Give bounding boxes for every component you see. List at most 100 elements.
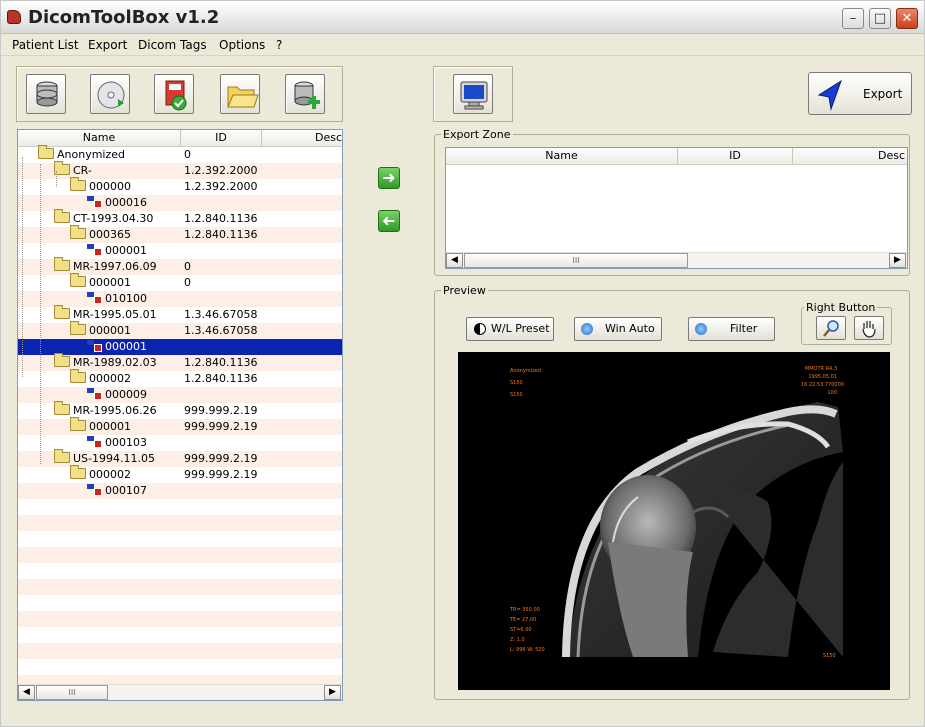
cd-icon (97, 81, 125, 109)
dicom-file-icon (86, 291, 102, 304)
export-column-name[interactable]: Name (446, 148, 678, 165)
main-window: DicomToolBox v1.2 – □ ✕ Patient List Exp… (0, 0, 925, 727)
export-column-desc[interactable]: Desc (793, 148, 907, 165)
tree-row-label: CR- (73, 164, 92, 177)
database-button[interactable] (26, 74, 66, 114)
tree-row-label: 000365 (89, 228, 131, 241)
export-scroll-right-button[interactable]: ▶ (889, 253, 906, 268)
dicom-file-icon (86, 339, 102, 352)
folder-icon (54, 209, 70, 223)
tree-empty-row (18, 579, 342, 595)
display-button[interactable] (453, 74, 493, 114)
tree-row-label: 000009 (105, 388, 147, 401)
close-button[interactable]: ✕ (896, 8, 918, 29)
maximize-button[interactable]: □ (869, 8, 891, 29)
dicom-preview-image[interactable]: Anonymized S150 S150 MMOTR R4.3 1995.05.01 1… (458, 352, 890, 690)
tree-row-id: 1.3.46.67058... (184, 324, 258, 337)
open-folder-button[interactable] (220, 74, 260, 114)
overlay-text-line: Anonymized (510, 368, 541, 374)
export-button[interactable]: Export (808, 72, 912, 115)
column-id[interactable]: ID (181, 130, 262, 147)
menu-options[interactable]: Options (219, 38, 265, 52)
tree-row[interactable]: 000001 999.999.2.19... (18, 417, 342, 435)
zoom-tool-button[interactable] (816, 316, 846, 340)
cd-button[interactable] (90, 74, 130, 114)
tree-row-id: 1.2.392.2000... (184, 180, 258, 193)
tree-row[interactable]: MR-1995.05.01 1.3.46.67058... (18, 305, 342, 323)
tree-row[interactable]: 000001 1.3.46.67058... (18, 321, 342, 339)
tree-row[interactable]: 000001 (18, 339, 342, 355)
tree-row-name: 010100 (86, 291, 147, 307)
export-list[interactable]: Name ID Desc ◀ III ▶ (445, 147, 908, 269)
add-to-export-button[interactable]: ➜ (378, 167, 400, 189)
tree-row-name: 000000 (70, 177, 131, 195)
menu-patient-list[interactable]: Patient List (12, 38, 79, 52)
tree-row[interactable]: Anonymized 0 (18, 145, 342, 163)
pan-tool-button[interactable] (854, 316, 884, 340)
tree-row-label: 000000 (89, 180, 131, 193)
tree-row[interactable]: MR-1989.02.03 1.2.840.1136... (18, 353, 342, 371)
add-database-icon (294, 81, 320, 109)
patient-tree[interactable]: Name ID Desc Anonymized 0 CR- 1.2.392.2000.… (17, 129, 343, 701)
tree-row[interactable]: US-1994.11.05 999.999.2.19... (18, 449, 342, 467)
menu-help[interactable]: ? (276, 38, 282, 52)
tree-row-label: MR-1995.05.01 (73, 308, 157, 321)
tree-horizontal-scrollbar[interactable]: ◀ III ▶ (18, 684, 342, 700)
export-column-id[interactable]: ID (678, 148, 793, 165)
tree-row-label: 000001 (89, 420, 131, 433)
tree-row[interactable]: 000009 (18, 387, 342, 403)
add-database-button[interactable] (285, 74, 325, 114)
wl-preset-button[interactable]: W/L Preset (466, 317, 554, 341)
filter-label: Filter (730, 322, 758, 335)
export-button-label: Export (863, 87, 903, 101)
tree-empty-row (18, 563, 342, 579)
tree-row[interactable]: 000001 (18, 243, 342, 259)
title-bar[interactable]: DicomToolBox v1.2 – □ ✕ (1, 1, 924, 34)
tree-empty-row (18, 659, 342, 675)
menu-export[interactable]: Export (88, 38, 127, 52)
folder-icon (70, 369, 86, 383)
filter-button[interactable]: Filter (688, 317, 775, 341)
win-auto-button[interactable]: Win Auto (574, 317, 662, 341)
minimize-button[interactable]: – (842, 8, 864, 29)
tree-row[interactable]: 000107 (18, 483, 342, 499)
folder-icon (54, 449, 70, 463)
preview-label: Preview (441, 284, 488, 297)
app-icon (7, 10, 21, 24)
tree-row-label: US-1994.11.05 (73, 452, 155, 465)
tree-row[interactable]: 000002 1.2.840.1136... (18, 369, 342, 387)
tree-row[interactable]: MR-1997.06.09 0 (18, 257, 342, 275)
tree-empty-row (18, 531, 342, 547)
menu-dicom-tags[interactable]: Dicom Tags (138, 38, 207, 52)
column-desc[interactable]: Desc (262, 130, 342, 147)
tree-row[interactable]: 000103 (18, 435, 342, 451)
tree-row[interactable]: 000016 (18, 195, 342, 211)
tree-row-label: 000016 (105, 196, 147, 209)
tree-row[interactable]: MR-1995.06.26 999.999.2.19... (18, 401, 342, 419)
tree-row-id: 999.999.2.19... (184, 468, 258, 481)
tree-row-name: 000001 (70, 417, 131, 435)
scroll-thumb[interactable]: III (36, 685, 108, 700)
tree-row[interactable]: 010100 (18, 291, 342, 307)
export-scroll-left-button[interactable]: ◀ (446, 253, 463, 268)
tree-row[interactable]: 000002 999.999.2.19... (18, 465, 342, 483)
tree-row[interactable]: CT-1993.04.30 1.2.840.1136... (18, 209, 342, 227)
tree-row-label: MR-1997.06.09 (73, 260, 157, 273)
tree-row[interactable]: CR- 1.2.392.2000... (18, 161, 342, 179)
tree-row[interactable]: 000001 0 (18, 273, 342, 291)
folder-icon (70, 321, 86, 335)
dicom-file-icon (86, 387, 102, 400)
tree-row[interactable]: 000000 1.2.392.2000... (18, 177, 342, 195)
export-scroll-thumb[interactable]: III (464, 253, 688, 268)
dicom-file-icon (86, 483, 102, 496)
import-button[interactable] (154, 74, 194, 114)
overlay-text-line: S150 (510, 380, 523, 386)
export-horizontal-scrollbar[interactable]: ◀ III ▶ (446, 252, 907, 268)
remove-from-export-button[interactable]: ➜ (378, 210, 400, 232)
arrow-left-icon: ➜ (382, 211, 396, 230)
scroll-left-button[interactable]: ◀ (18, 685, 35, 700)
tree-row[interactable]: 000365 1.2.840.1136... (18, 225, 342, 243)
scroll-right-button[interactable]: ▶ (324, 685, 341, 700)
tree-row-id: 999.999.2.19... (184, 452, 258, 465)
tree-empty-row (18, 627, 342, 643)
